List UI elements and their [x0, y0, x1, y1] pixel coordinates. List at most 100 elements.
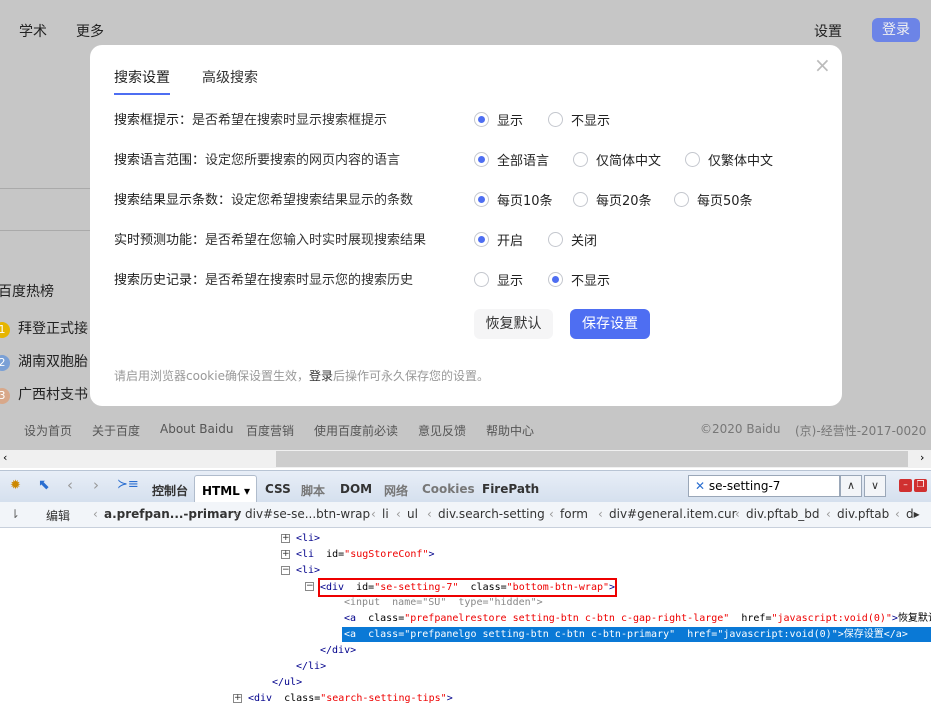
- breadcrumb-item[interactable]: form: [560, 507, 588, 521]
- radio-option[interactable]: 关闭: [548, 230, 597, 249]
- code-line[interactable]: <li>: [296, 531, 320, 546]
- tab-html[interactable]: HTML ▾: [194, 475, 257, 503]
- code-line[interactable]: </div>: [320, 643, 356, 658]
- breadcrumb-item[interactable]: d▸: [906, 507, 920, 521]
- scroll-right-icon[interactable]: ›: [920, 451, 924, 464]
- expand-toggle-icon[interactable]: +: [281, 534, 290, 543]
- radio-unchecked-icon[interactable]: [573, 192, 588, 207]
- radio-option[interactable]: 全部语言: [474, 150, 549, 169]
- nav-more[interactable]: 更多: [76, 21, 104, 41]
- icp-license[interactable]: (京)-经营性-2017-0020: [795, 422, 926, 439]
- search-next-button[interactable]: ∨: [864, 475, 886, 497]
- radio-unchecked-icon[interactable]: [573, 152, 588, 167]
- footer-link[interactable]: 帮助中心: [486, 422, 534, 439]
- minimize-icon[interactable]: –: [899, 479, 912, 492]
- footer-link[interactable]: 意见反馈: [418, 422, 466, 439]
- tip-login-link[interactable]: 登录: [309, 369, 333, 383]
- breadcrumb-item[interactable]: ul: [407, 507, 418, 521]
- radio-label: 仅简体中文: [596, 154, 662, 169]
- radio-checked-icon[interactable]: [474, 112, 489, 127]
- breadcrumb-item[interactable]: a.prefpan...-primary: [104, 507, 241, 521]
- code-token: <li: [296, 549, 327, 560]
- code-line[interactable]: <input name="SU" type="hidden">: [344, 595, 543, 610]
- code-line[interactable]: <div class="search-setting-tips">: [248, 691, 453, 706]
- code-line[interactable]: </ul>: [272, 675, 302, 690]
- edit-button[interactable]: 编辑: [46, 507, 70, 524]
- login-button[interactable]: 登录: [872, 18, 920, 42]
- hotlist-item[interactable]: 1 拜登正式接: [0, 318, 88, 338]
- firebug-icon[interactable]: ✹: [10, 478, 21, 493]
- expand-toggle-icon[interactable]: +: [281, 550, 290, 559]
- tab-search-settings[interactable]: 搜索设置: [114, 67, 170, 95]
- clear-search-icon[interactable]: ✕: [695, 479, 709, 493]
- radio-checked-icon[interactable]: [548, 272, 563, 287]
- devtools-tab[interactable]: DOM: [340, 482, 372, 496]
- code-line[interactable]: <li id="sugStoreConf">: [296, 547, 435, 562]
- radio-option[interactable]: 开启: [474, 230, 523, 249]
- radio-unchecked-icon[interactable]: [548, 232, 563, 247]
- code-line[interactable]: </li>: [296, 659, 326, 674]
- devtools-tab[interactable]: 控制台: [152, 482, 188, 499]
- tab-advanced-search[interactable]: 高级搜索: [202, 67, 258, 87]
- scrollbar-thumb[interactable]: [276, 451, 908, 467]
- radio-option[interactable]: 显示: [474, 270, 523, 289]
- expand-toggle-icon[interactable]: +: [233, 694, 242, 703]
- breadcrumb-item[interactable]: div#se-se...btn-wrap: [245, 507, 370, 521]
- radio-unchecked-icon[interactable]: [474, 272, 489, 287]
- expand-toggle-icon[interactable]: −: [305, 582, 314, 591]
- radio-option[interactable]: 显示: [474, 110, 523, 129]
- restore-default-button[interactable]: 恢复默认: [474, 309, 553, 339]
- radio-option[interactable]: 仅简体中文: [573, 150, 661, 169]
- devtools-tab[interactable]: CSS: [265, 482, 291, 496]
- breadcrumb-item[interactable]: div.pftab_bd: [746, 507, 819, 521]
- radio-option[interactable]: 不显示: [548, 110, 610, 129]
- footer-link[interactable]: 百度营销: [246, 422, 294, 439]
- radio-option[interactable]: 不显示: [548, 270, 610, 289]
- close-icon[interactable]: ×: [814, 53, 831, 77]
- search-prev-button[interactable]: ∧: [840, 475, 862, 497]
- devtools-tab[interactable]: Cookies: [422, 482, 475, 496]
- back-icon[interactable]: ‹: [67, 476, 73, 494]
- radio-unchecked-icon[interactable]: [548, 112, 563, 127]
- breadcrumb-item[interactable]: li: [382, 507, 389, 521]
- breadcrumb-item[interactable]: div#general.item.cur: [609, 507, 737, 521]
- devtools-search-input[interactable]: ✕ se-setting-7: [688, 475, 840, 497]
- radio-option[interactable]: 每页20条: [573, 190, 652, 209]
- radio-unchecked-icon[interactable]: [685, 152, 700, 167]
- radio-checked-icon[interactable]: [474, 152, 489, 167]
- nav-academic[interactable]: 学术: [19, 21, 47, 41]
- footer-link[interactable]: 使用百度前必读: [314, 422, 398, 439]
- breadcrumb-separator-icon: ‹: [735, 507, 740, 521]
- forward-icon[interactable]: ›: [93, 476, 99, 494]
- footer-link[interactable]: 设为首页: [24, 422, 72, 439]
- expand-toggle-icon[interactable]: −: [281, 566, 290, 575]
- command-line-icon[interactable]: ≻≡: [117, 477, 139, 492]
- nav-settings[interactable]: 设置: [814, 21, 842, 41]
- code-line[interactable]: <a class="prefpanelgo setting-btn c-btn …: [342, 627, 931, 642]
- breadcrumb-item[interactable]: div.search-setting: [438, 507, 545, 521]
- radio-checked-icon[interactable]: [474, 192, 489, 207]
- detach-icon[interactable]: ❐: [914, 479, 927, 492]
- radio-unchecked-icon[interactable]: [674, 192, 689, 207]
- footer-link[interactable]: About Baidu: [160, 422, 233, 436]
- setting-name: 搜索历史记录：: [114, 273, 206, 288]
- inspect-icon[interactable]: ⬉: [38, 477, 50, 493]
- radio-option[interactable]: 仅繁体中文: [685, 150, 773, 169]
- code-line[interactable]: <a class="prefpanelrestore setting-btn c…: [344, 611, 931, 626]
- devtools-tab[interactable]: FirePath: [482, 482, 539, 496]
- radio-label: 每页50条: [697, 194, 753, 209]
- footer-link[interactable]: 关于百度: [92, 422, 140, 439]
- scroll-left-icon[interactable]: ‹: [3, 451, 7, 464]
- save-settings-button[interactable]: 保存设置: [570, 309, 650, 339]
- hotlist-item[interactable]: 3 广西村支书: [0, 384, 88, 404]
- breadcrumb-separator-icon: ‹: [895, 507, 900, 521]
- code-line[interactable]: <li>: [296, 563, 320, 578]
- pin-icon[interactable]: ⇂: [10, 507, 20, 521]
- radio-option[interactable]: 每页50条: [674, 190, 753, 209]
- breadcrumb-item[interactable]: div.pftab: [837, 507, 889, 521]
- hotlist-item[interactable]: 2 湖南双胞胎: [0, 351, 88, 371]
- radio-checked-icon[interactable]: [474, 232, 489, 247]
- devtools-tab[interactable]: 脚本: [301, 482, 325, 499]
- radio-option[interactable]: 每页10条: [474, 190, 553, 209]
- devtools-tab[interactable]: 网络: [384, 482, 408, 499]
